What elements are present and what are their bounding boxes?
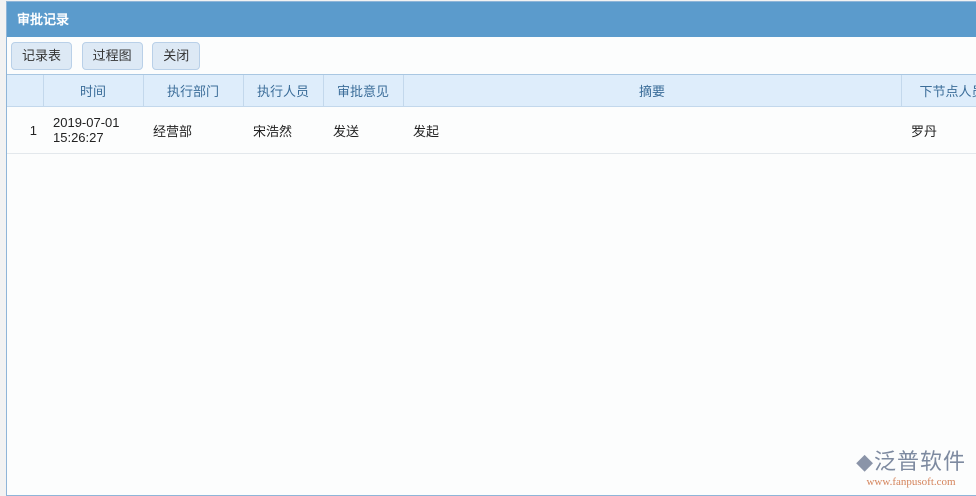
cell-dept: 经营部 — [143, 106, 243, 154]
cell-opinion: 发送 — [323, 106, 403, 154]
close-button[interactable]: 关闭 — [152, 42, 201, 70]
column-header-person[interactable]: 执行人员 — [243, 75, 324, 107]
column-header-next-node[interactable]: 下节点人员 — [901, 75, 976, 107]
column-header-opinion[interactable]: 审批意见 — [323, 75, 404, 107]
logo-name: 泛普软件 — [873, 449, 966, 474]
cell-time: 2019-07-01 15:26:27 — [43, 106, 143, 154]
table-row[interactable]: 1 2019-07-01 15:26:27 经营部 宋浩然 发送 发起 罗丹 — [7, 106, 976, 154]
approval-table: 时间 执行部门 执行人员 审批意见 摘要 下节点人员 1 2019-07-011… — [7, 75, 976, 154]
cell-person: 宋浩然 — [243, 106, 323, 154]
record-table-button[interactable]: 记录表 — [11, 42, 73, 70]
row-number: 1 — [7, 106, 43, 154]
cell-next-node: 罗丹 — [901, 106, 976, 154]
logo-mark-icon: ◆ — [856, 449, 874, 474]
column-header-summary[interactable]: 摘要 — [403, 75, 902, 107]
fanpu-logo: ◆泛普软件 www.fanpusoft.com — [856, 444, 966, 488]
time-date: 2019-07-01 — [53, 115, 120, 130]
time-clock: 15:26:27 — [53, 130, 104, 145]
approval-record-window: 审批记录 记录表 过程图 关闭 时间 执行部门 执行人员 审批意见 摘要 下节点… — [6, 1, 976, 496]
cell-summary: 发起 — [403, 106, 901, 154]
process-chart-button[interactable]: 过程图 — [81, 42, 143, 70]
column-header-dept[interactable]: 执行部门 — [143, 75, 244, 107]
column-header-time[interactable]: 时间 — [43, 75, 144, 107]
toolbar: 记录表 过程图 关闭 — [7, 37, 976, 75]
window-title: 审批记录 — [7, 2, 976, 37]
column-header-rownum — [7, 75, 44, 107]
logo-url: www.fanpusoft.com — [866, 476, 956, 488]
table-header-row: 时间 执行部门 执行人员 审批意见 摘要 下节点人员 — [7, 75, 976, 107]
